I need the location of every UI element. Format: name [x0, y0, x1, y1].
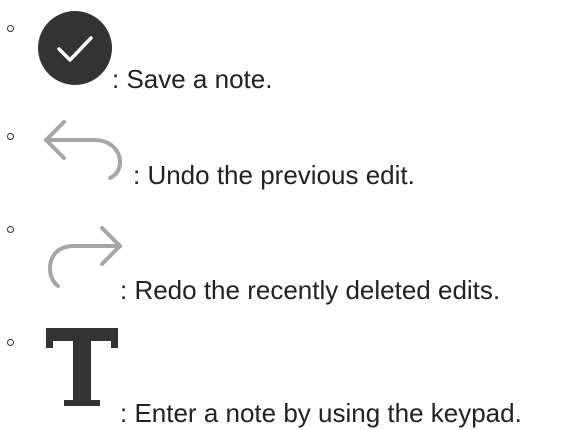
bullet [7, 339, 14, 346]
undo-description: : Undo the previous edit. [133, 160, 415, 190]
save-description: : Save a note. [112, 64, 273, 94]
bullet [7, 226, 14, 233]
redo-arrow-icon [44, 216, 124, 297]
undo-arrow-icon [42, 112, 126, 189]
bullet [7, 133, 14, 140]
keypad-description: : Enter a note by using the keypad. [120, 398, 522, 428]
bullet [7, 25, 14, 32]
checkmark-circle-icon [37, 10, 113, 91]
text-t-icon [44, 326, 120, 415]
redo-description: : Redo the recently deleted edits. [120, 275, 501, 305]
